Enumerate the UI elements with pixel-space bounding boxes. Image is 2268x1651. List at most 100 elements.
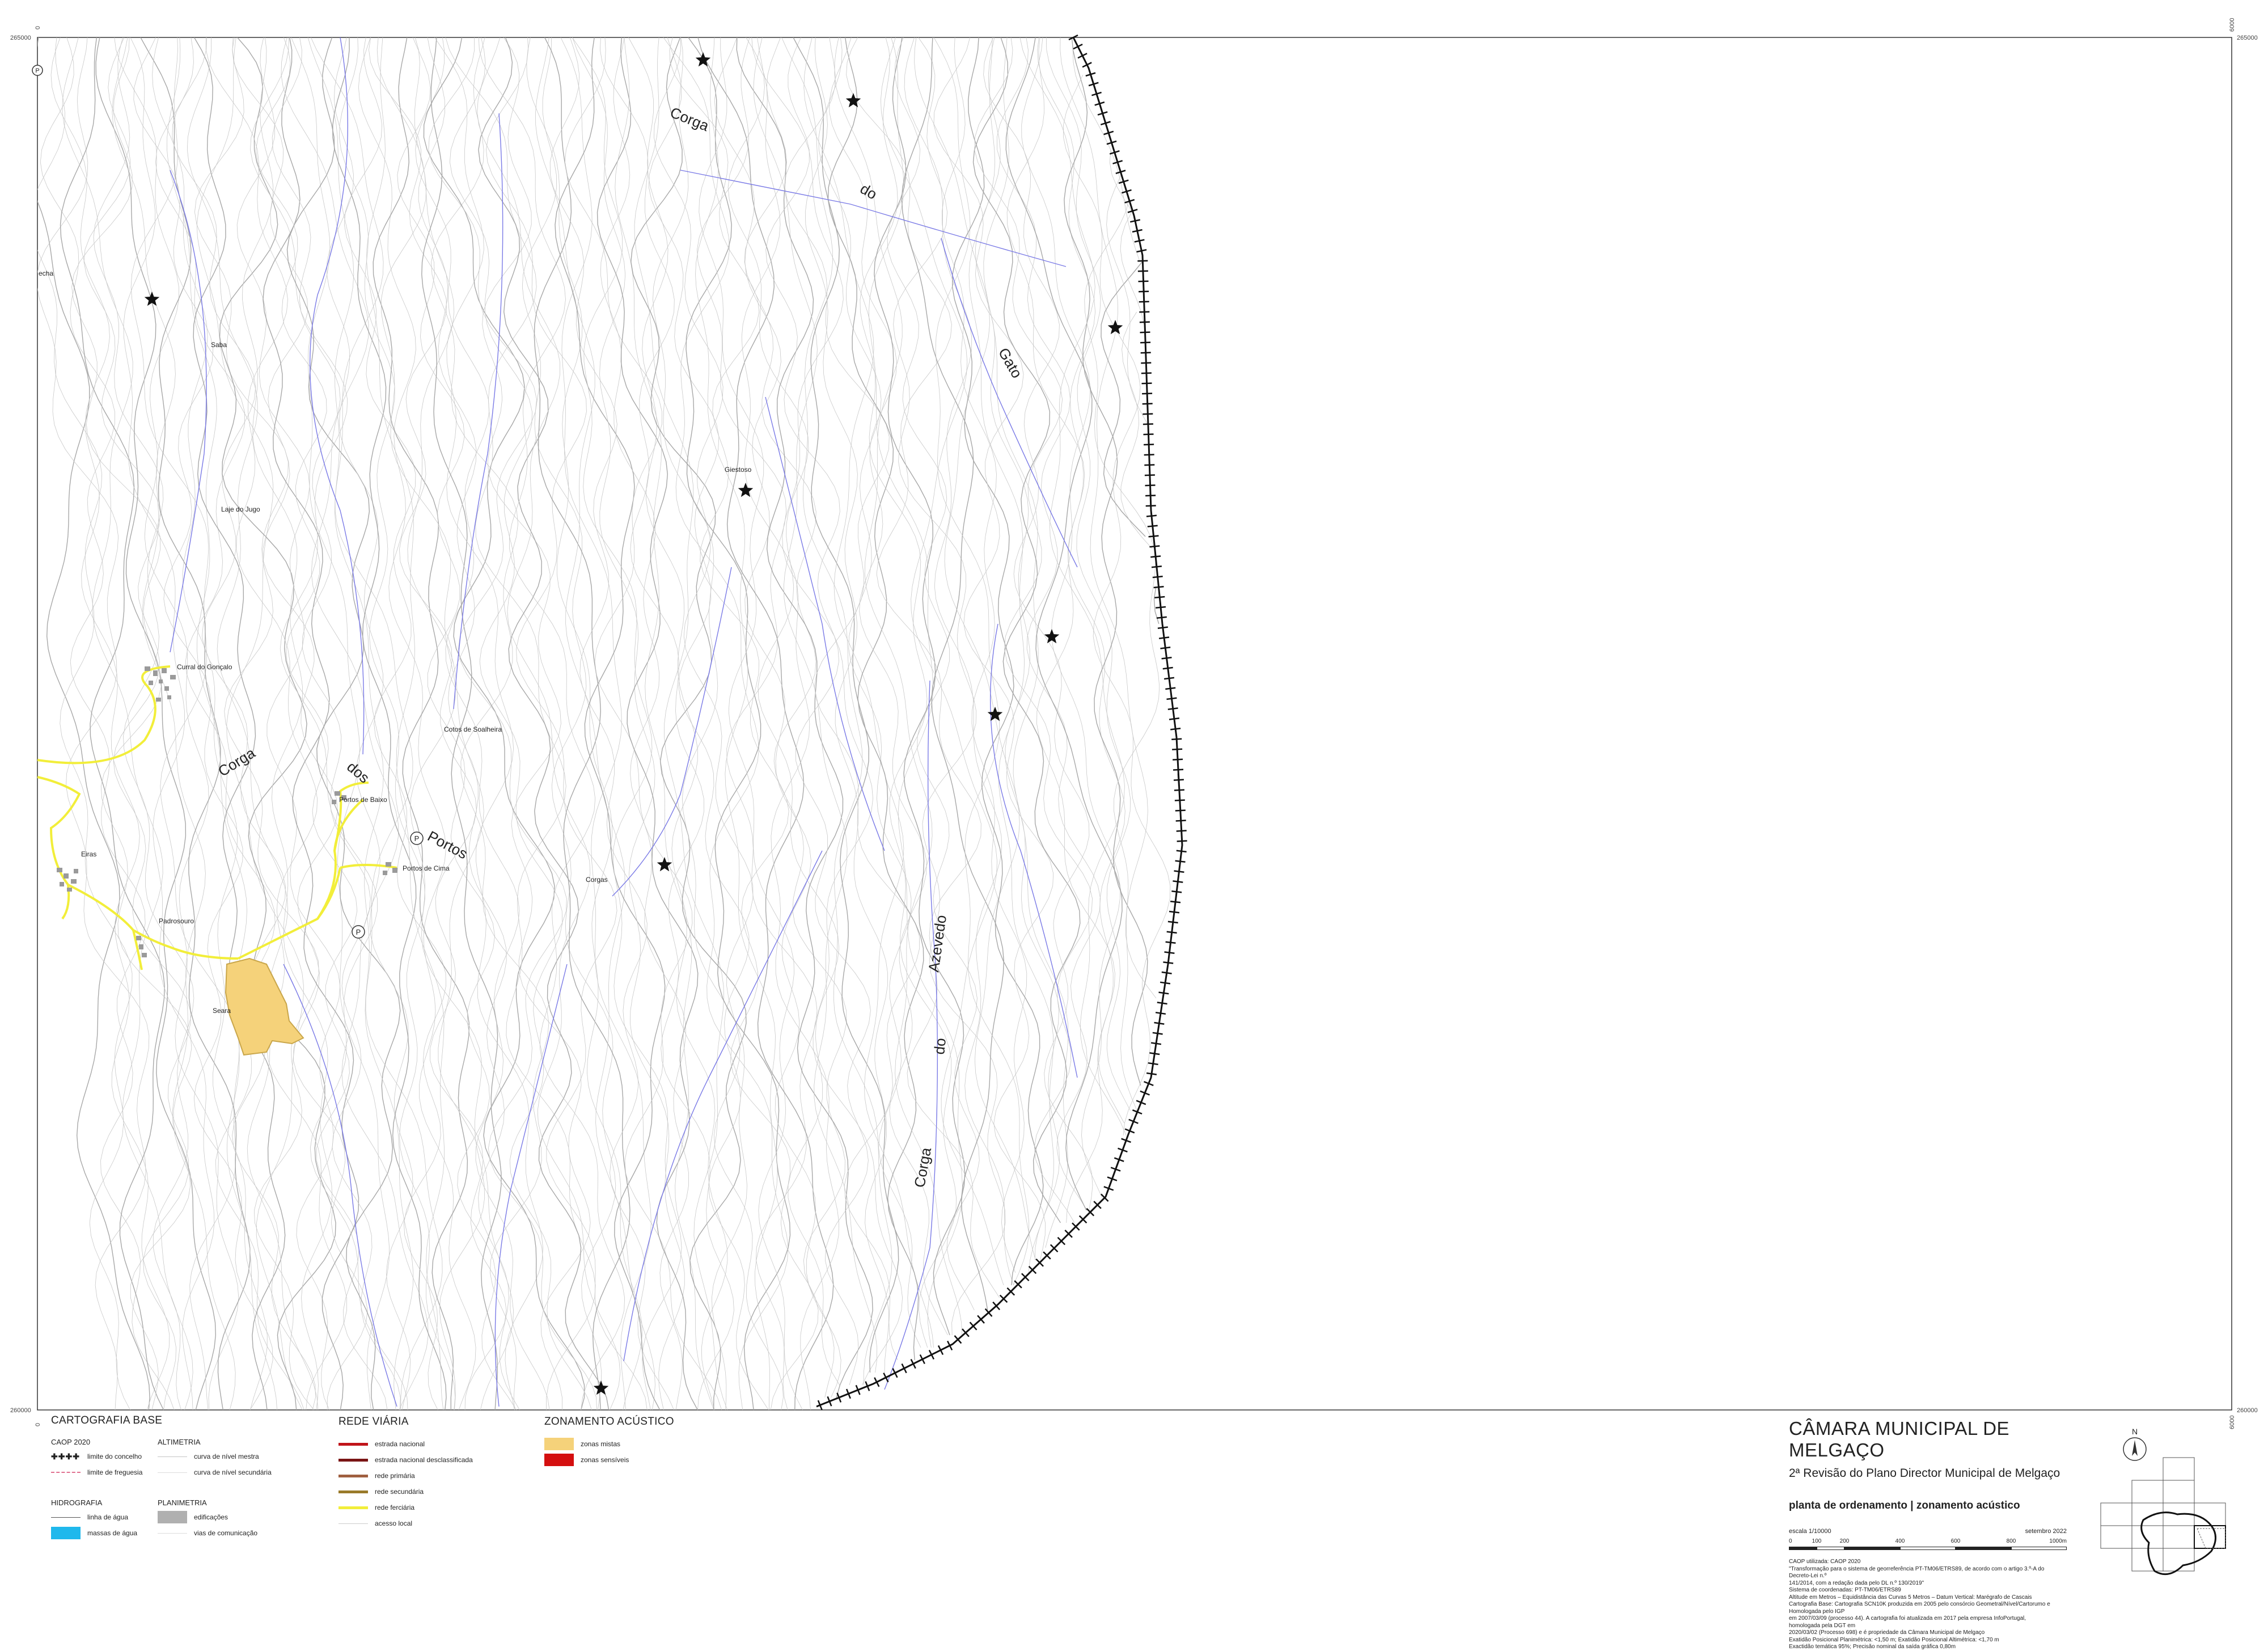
line-swatch	[158, 1456, 187, 1457]
legend-subheading: HIDROGRAFIA	[51, 1498, 103, 1507]
legend-item: massas de água	[51, 1525, 137, 1541]
line-swatch	[51, 1517, 81, 1518]
line-swatch	[158, 1472, 187, 1473]
coord-bottom-left: 260000	[10, 1407, 31, 1414]
place-label-padrosouro: Padrosouro	[159, 917, 194, 925]
legend-item: rede primária	[338, 1468, 473, 1484]
color-swatch	[51, 1527, 81, 1539]
legend-item: linha de água	[51, 1509, 137, 1525]
legend-planimetria: PLANIMETRIA edificações vias de comunica…	[158, 1498, 257, 1541]
coord-left-top: 0	[35, 26, 41, 29]
legend-subheading: PLANIMETRIA	[158, 1498, 207, 1507]
place-label-cotos-de-soalheira: Cotos de Soalheira	[444, 725, 502, 733]
key-map	[2100, 1457, 2226, 1576]
map-canvas[interactable]: P P P Corga do Gato Corga dos Portos Aze…	[0, 0, 2268, 1601]
scale-bar-segment	[1817, 1547, 1844, 1550]
legend-cartografia: CARTOGRAFIA BASE	[51, 1414, 162, 1427]
coord-top-right: 265000	[2237, 35, 2258, 41]
coord-left-bottom: 0	[35, 1423, 41, 1426]
note-line: 2020/03/02 (Processo 698) e é propriedad…	[1789, 1629, 1985, 1636]
note-line: Exatidão Posicional Planimétrica: <1,50 …	[1789, 1636, 1999, 1643]
note-line: em 2007/03/09 (processo 44). A cartograf…	[1789, 1615, 2026, 1629]
note-line: 141/2014, com a redação dada pelo DL n.º…	[1789, 1580, 1924, 1586]
legend-item-label: acesso local	[375, 1519, 413, 1527]
legend-item-label: limite do concelho	[87, 1452, 142, 1460]
line-swatch	[338, 1442, 368, 1446]
line-swatch	[338, 1474, 368, 1477]
parking-label: P	[356, 928, 361, 936]
date-text: setembro 2022	[2025, 1528, 2067, 1535]
plan-title: planta de ordenamento | zonamento acústi…	[1789, 1500, 2020, 1511]
scale-tick-label: 800	[2006, 1538, 2016, 1544]
legend-item-label: linha de água	[87, 1513, 129, 1521]
legend-item-label: curva de nível mestra	[194, 1452, 259, 1460]
note-line: "Transformação para o sistema de georref…	[1789, 1565, 2045, 1580]
scale-tick-label: 400	[1895, 1538, 1905, 1544]
scale-tick-label: 0	[1789, 1538, 1792, 1544]
legend-item-label: edificações	[194, 1513, 229, 1521]
legend-item: limite de freguesia	[51, 1464, 142, 1480]
legend-item: estrada nacional desclassificada	[338, 1452, 473, 1468]
place-label-eiras: Eiras	[81, 850, 96, 858]
legend-subheading: ALTIMETRIA	[158, 1438, 201, 1446]
legend-item-label: rede primária	[375, 1472, 415, 1480]
place-label-echa: echa	[39, 269, 53, 277]
place-label-corgas: Corgas	[586, 876, 608, 884]
legend-item: estrada nacional	[338, 1436, 473, 1452]
color-swatch	[544, 1454, 574, 1466]
parking-label: P	[35, 67, 39, 74]
map-notes: CAOP utilizada: CAOP 2020 "Transformação …	[1789, 1559, 2055, 1651]
legend-item: acesso local	[338, 1515, 473, 1531]
legend-item-label: rede ferciária	[375, 1504, 415, 1511]
line-swatch	[338, 1490, 368, 1493]
note-line: Sistema de coordenadas: PT-TM06/ETRS89	[1789, 1587, 1901, 1593]
place-label-saba: Saba	[211, 341, 227, 349]
scale-bar: 0 100 200 400 600 800 1000m	[1789, 1538, 2067, 1553]
scale-bar-segment	[2011, 1547, 2067, 1550]
scale-bar-segment	[1956, 1547, 2011, 1550]
legend-item: curva de nível mestra	[158, 1449, 272, 1464]
place-label-curral-do-goncalo: Curral do Gonçalo	[177, 663, 232, 671]
legend-rede-viaria: REDE VIÁRIA estrada nacional estrada naci…	[338, 1416, 473, 1531]
river-label-do: do	[930, 1037, 949, 1055]
line-swatch	[158, 1532, 187, 1534]
legend-heading: CARTOGRAFIA BASE	[51, 1414, 163, 1426]
legend-item: edificações	[158, 1509, 257, 1525]
note-line: Cartografia Base: Cartografia SCN10K pro…	[1789, 1601, 2050, 1615]
line-swatch	[338, 1506, 368, 1509]
subtitle: 2ª Revisão do Plano Director Municipal d…	[1789, 1467, 2060, 1480]
title: CÂMARA MUNICIPAL DE MELGAÇO	[1789, 1418, 2010, 1460]
legend-item: zonas mistas	[544, 1436, 674, 1452]
scale-bar-segment	[1789, 1547, 1817, 1550]
scale-text: escala 1/10000	[1789, 1528, 1831, 1535]
dashed-line-swatch	[51, 1472, 81, 1473]
legend-item: vias de comunicação	[158, 1525, 257, 1541]
coord-bottom-right: 260000	[2237, 1407, 2258, 1414]
north-label: N	[2132, 1427, 2138, 1436]
note-line: Altitude em Metros – Equidistância das C…	[1789, 1594, 2032, 1601]
title-block: CÂMARA MUNICIPAL DE MELGAÇO 2ª Revisão d…	[1789, 1418, 2072, 1651]
note-line: Exactidão temática 95%; Precisão nominal…	[1789, 1644, 1956, 1650]
legend-heading: ZONAMENTO ACÚSTICO	[544, 1416, 674, 1428]
scale-bar-segment	[1900, 1547, 1956, 1550]
place-label-laje-do-jugo: Laje do Jugo	[221, 505, 260, 513]
coord-top-left: 265000	[10, 35, 31, 41]
coord-right-bottom: 6000	[2229, 1416, 2236, 1429]
legend-item-label: limite de freguesia	[87, 1468, 143, 1476]
line-swatch	[338, 1523, 368, 1524]
north-arrow: N	[2123, 1427, 2147, 1461]
legend-caop: CAOP 2020 ✚✚✚✚ limite do concelho limite…	[51, 1438, 142, 1480]
legend-item-label: zonas sensíveis	[581, 1456, 629, 1464]
legend-hidrografia: HIDROGRAFIA linha de água massas de água	[51, 1498, 137, 1541]
place-label-portos-de-baixo: Portos de Baixo	[339, 796, 387, 804]
legend-item-label: curva de nível secundária	[194, 1468, 272, 1476]
legend-heading: REDE VIÁRIA	[338, 1416, 409, 1428]
line-swatch	[338, 1458, 368, 1462]
legend-zonamento: ZONAMENTO ACÚSTICO zonas mistas zonas sen…	[544, 1416, 674, 1468]
scale-tick-label: 1000m	[2049, 1538, 2067, 1544]
legend-item-label: estrada nacional desclassificada	[375, 1456, 473, 1464]
color-swatch	[158, 1511, 187, 1523]
legend-item: ✚✚✚✚ limite do concelho	[51, 1452, 142, 1461]
scale-bar-segment	[1844, 1547, 1900, 1550]
legend-item: rede secundária	[338, 1484, 473, 1500]
